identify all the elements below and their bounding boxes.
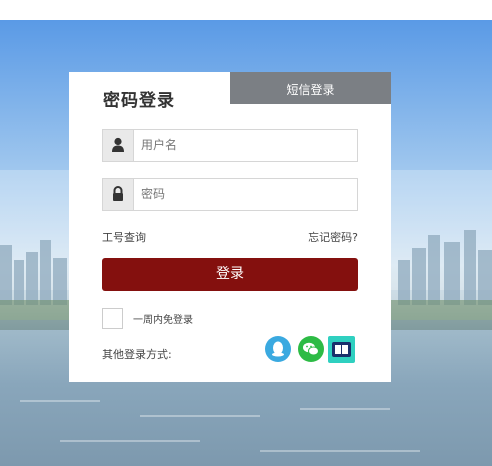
username-field: [102, 129, 358, 162]
employee-id-lookup-link[interactable]: 工号查询: [102, 229, 146, 245]
tab-sms-login[interactable]: 短信登录: [230, 72, 391, 104]
remember-week-label[interactable]: 一周内免登录: [133, 311, 193, 326]
building: [14, 260, 24, 305]
lock-icon: [103, 179, 134, 210]
tab-sms-login-label: 短信登录: [286, 83, 335, 97]
water-ripple: [140, 415, 260, 417]
building: [53, 258, 67, 305]
building: [412, 248, 426, 305]
user-icon: [103, 130, 134, 161]
water-ripple: [260, 450, 420, 452]
water-ripple: [300, 408, 390, 410]
app-icon[interactable]: [328, 336, 355, 363]
remember-week-checkbox[interactable]: [102, 308, 123, 329]
building: [464, 230, 476, 305]
password-input[interactable]: [141, 183, 341, 205]
water-ripple: [60, 440, 200, 442]
helper-links: 工号查询 忘记密码?: [102, 229, 358, 245]
forgot-password-link[interactable]: 忘记密码?: [308, 229, 358, 245]
building: [26, 252, 38, 305]
building: [428, 235, 440, 305]
building: [0, 245, 12, 305]
tab-password-login-label: 密码登录: [103, 91, 175, 111]
password-field: [102, 178, 358, 211]
building: [444, 242, 460, 305]
wechat-icon[interactable]: [298, 336, 324, 362]
other-login-label: 其他登录方式:: [102, 348, 172, 361]
building: [40, 240, 51, 305]
water-ripple: [20, 400, 100, 402]
username-input[interactable]: [141, 134, 341, 156]
login-panel: 密码登录 短信登录 工号查询 忘记密码? 登录 一周内免登录 其他登录方: [69, 72, 391, 382]
qq-icon[interactable]: [265, 336, 291, 362]
tab-password-login[interactable]: 密码登录: [69, 72, 230, 118]
building: [398, 260, 410, 305]
login-button[interactable]: 登录: [102, 258, 358, 291]
building: [478, 250, 492, 305]
